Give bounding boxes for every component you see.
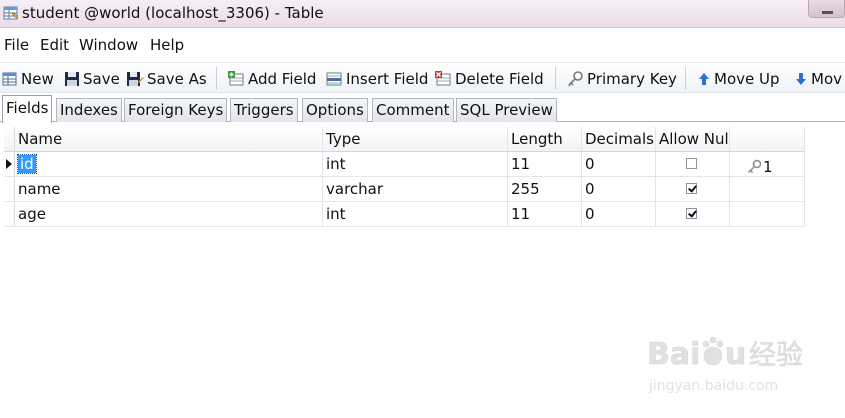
field-decimals-cell[interactable]: 0	[582, 202, 656, 226]
row-indicator[interactable]	[4, 152, 15, 176]
primary-key-icon	[747, 159, 762, 174]
tab-foreign-keys[interactable]: Foreign Keys	[124, 98, 228, 122]
allow-null-cell[interactable]	[656, 177, 730, 201]
field-type-cell[interactable]: int	[323, 152, 508, 176]
minimize-icon	[822, 11, 833, 14]
key-cell[interactable]: 1	[730, 152, 805, 176]
save-as-label: Save As	[147, 70, 207, 88]
key-cell[interactable]	[730, 202, 805, 226]
tab-bar: Fields Indexes Foreign Keys Triggers Opt…	[0, 95, 845, 123]
svg-text:经验: 经验	[749, 340, 803, 371]
tab-options[interactable]: Options	[302, 98, 368, 122]
move-down-label: Mov	[811, 70, 842, 88]
field-name: id	[17, 154, 37, 174]
save-label: Save	[83, 70, 120, 88]
title-bar: student @world (localhost_3306) - Table	[0, 0, 845, 28]
menu-file[interactable]: File	[4, 36, 29, 54]
column-header-length[interactable]: Length	[508, 127, 582, 151]
allow-null-cell[interactable]	[656, 202, 730, 226]
field-length-cell[interactable]: 11	[508, 152, 582, 176]
key-order: 1	[763, 158, 773, 176]
minimize-button[interactable]	[808, 0, 845, 18]
save-as-icon	[127, 72, 144, 86]
tab-indexes[interactable]: Indexes	[56, 98, 122, 122]
grid-header: Name Type Length Decimals Allow Nul	[4, 127, 805, 152]
move-up-label: Move Up	[714, 70, 780, 88]
allow-null-cell[interactable]	[656, 152, 730, 176]
field-type-cell[interactable]: varchar	[323, 177, 508, 201]
allow-null-checkbox[interactable]	[686, 158, 697, 169]
delete-field-icon	[435, 71, 451, 86]
tab-comment[interactable]: Comment	[372, 98, 454, 122]
tab-triggers[interactable]: Triggers	[230, 98, 298, 122]
add-field-button[interactable]: Add Field	[228, 68, 316, 90]
insert-field-button[interactable]: Insert Field	[326, 68, 428, 90]
toolbar-separator	[685, 67, 686, 90]
field-length-cell[interactable]: 11	[508, 202, 582, 226]
primary-key-button[interactable]: Primary Key	[567, 68, 677, 90]
column-header-type[interactable]: Type	[323, 127, 508, 151]
insert-field-label: Insert Field	[346, 70, 429, 88]
toolbar-separator	[216, 67, 217, 90]
menu-edit[interactable]: Edit	[40, 36, 69, 54]
svg-text:u: u	[725, 337, 746, 372]
column-header-name[interactable]: Name	[15, 127, 323, 151]
delete-field-button[interactable]: Delete Field	[435, 68, 544, 90]
table-row[interactable]: name varchar 255 0	[4, 177, 805, 202]
save-icon	[65, 72, 79, 86]
table-app-icon	[3, 6, 19, 20]
svg-text:jingyan.baidu.com: jingyan.baidu.com	[648, 378, 778, 394]
column-header-key	[730, 127, 805, 151]
field-name-cell[interactable]: name	[15, 177, 323, 201]
field-length-cell[interactable]: 255	[508, 177, 582, 201]
menu-bar: File Edit Window Help	[0, 31, 845, 58]
field-type-cell[interactable]: int	[323, 202, 508, 226]
add-field-icon	[228, 71, 244, 86]
toolbar-separator	[555, 67, 556, 90]
table-row[interactable]: age int 11 0	[4, 202, 805, 227]
insert-field-icon	[326, 72, 342, 86]
new-label: New	[21, 70, 54, 88]
new-button[interactable]: New	[2, 68, 54, 90]
field-name-cell[interactable]: age	[15, 202, 323, 226]
toolbar: New Save Save As Add Field Insert Field …	[0, 62, 845, 93]
row-indicator[interactable]	[4, 202, 15, 226]
move-up-button[interactable]: Move Up	[697, 68, 780, 90]
delete-field-label: Delete Field	[455, 70, 544, 88]
key-icon	[568, 71, 583, 87]
field-decimals-cell[interactable]: 0	[582, 177, 656, 201]
allow-null-checkbox[interactable]	[686, 208, 697, 219]
save-as-button[interactable]: Save As	[126, 68, 207, 90]
allow-null-checkbox[interactable]	[686, 183, 697, 194]
header-indicator	[4, 127, 15, 151]
move-down-button[interactable]: Mov	[794, 68, 842, 90]
add-field-label: Add Field	[248, 70, 317, 88]
save-button[interactable]: Save	[64, 68, 120, 90]
column-header-decimals[interactable]: Decimals	[582, 127, 656, 151]
tab-fields[interactable]: Fields	[2, 95, 53, 123]
key-cell[interactable]	[730, 177, 805, 201]
menu-help[interactable]: Help	[150, 36, 184, 54]
current-row-arrow-icon	[6, 159, 12, 169]
window-title: student @world (localhost_3306) - Table	[22, 4, 324, 22]
baidu-watermark-logo: Bai u 经验 jingyan.baidu.com	[647, 336, 803, 394]
table-row[interactable]: id int 11 0 1	[4, 152, 805, 177]
row-indicator[interactable]	[4, 177, 15, 201]
tab-sql-preview[interactable]: SQL Preview	[456, 98, 557, 122]
svg-text:Bai: Bai	[647, 337, 700, 372]
arrow-up-icon	[699, 73, 709, 85]
column-header-allow-null[interactable]: Allow Nul	[656, 127, 730, 151]
field-decimals-cell[interactable]: 0	[582, 152, 656, 176]
new-table-icon	[2, 72, 17, 86]
menu-window[interactable]: Window	[79, 36, 138, 54]
primary-key-label: Primary Key	[587, 70, 677, 88]
arrow-down-icon	[796, 73, 806, 85]
field-name-cell[interactable]: id	[15, 152, 323, 176]
